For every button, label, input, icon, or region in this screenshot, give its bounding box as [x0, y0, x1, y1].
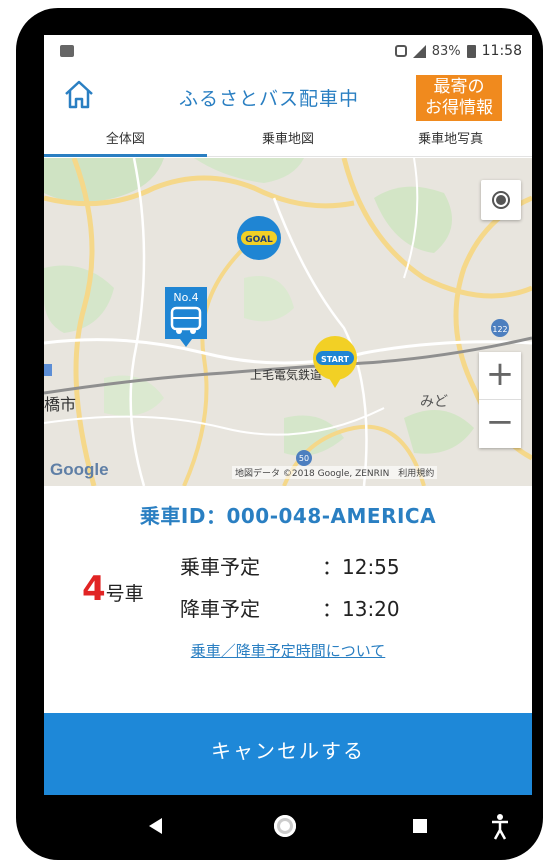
- back-icon[interactable]: [149, 818, 162, 834]
- map-view[interactable]: 122 50 上毛電気鉄道 橋市 みど GOAL No.4 START + − …: [44, 158, 532, 486]
- nearby-deals-button[interactable]: 最寄の お得情報: [416, 75, 502, 121]
- boarding-time: ：12:55: [322, 555, 400, 579]
- clock: 11:58: [481, 43, 522, 59]
- route-50-label: 50: [299, 454, 309, 463]
- goal-label: GOAL: [245, 235, 273, 245]
- bus-number-suffix: 号車: [105, 583, 144, 605]
- cancel-button[interactable]: キャンセルする: [44, 713, 532, 795]
- assigned-bus: 4号車: [82, 569, 144, 609]
- bus-number: 4: [82, 569, 106, 609]
- status-bar: 83% 11:58: [44, 35, 532, 69]
- zoom-in-button[interactable]: +: [479, 352, 521, 400]
- zoom-controls: + −: [479, 352, 521, 448]
- boarding-label: 乗車予定: [180, 555, 260, 579]
- map-credit-text: 地図データ ©2018 Google, ZENRIN: [235, 469, 390, 479]
- alighting-schedule-row: 降車予定 ：13:20: [180, 593, 400, 622]
- signal-icon: [412, 44, 426, 58]
- ride-id: 乗車ID：000-048-AMERICA: [139, 504, 437, 528]
- vibrate-icon: [394, 45, 407, 57]
- route-122-label: 122: [492, 325, 507, 334]
- bus-marker[interactable]: No.4: [161, 285, 211, 349]
- tab-boarding-photo[interactable]: 乗車地写真: [369, 127, 532, 156]
- my-location-button[interactable]: [481, 180, 521, 220]
- promo-line1: 最寄の: [433, 77, 485, 97]
- bus-number-label: No.4: [173, 291, 198, 304]
- app-screen: 83% 11:58 ふるさとバス配車中 最寄の お得情報 全体図 乗車地図 乗車…: [44, 35, 532, 808]
- map-terms-link[interactable]: 利用規約: [398, 469, 434, 479]
- city-label: 橋市: [44, 395, 76, 414]
- alighting-label: 降車予定: [180, 597, 260, 621]
- start-label: START: [321, 355, 350, 364]
- goal-marker[interactable]: GOAL: [235, 214, 283, 262]
- recent-apps-icon[interactable]: [413, 819, 427, 833]
- navbar-top-edge: [44, 795, 532, 808]
- tab-overview[interactable]: 全体図: [44, 127, 207, 157]
- home-circle-icon[interactable]: [274, 815, 296, 837]
- home-icon[interactable]: [62, 77, 96, 111]
- alighting-time: ：13:20: [322, 597, 400, 621]
- image-icon: [60, 45, 74, 57]
- start-marker[interactable]: START: [311, 334, 359, 390]
- google-logo: Google: [50, 460, 109, 479]
- schedule-info-link[interactable]: 乗車／降車予定時間について: [44, 640, 532, 661]
- tab-boarding-map[interactable]: 乗車地図: [207, 127, 370, 156]
- accessibility-icon[interactable]: [490, 814, 510, 840]
- boarding-schedule-row: 乗車予定 ：12:55: [180, 551, 400, 580]
- battery-percent: 83%: [431, 43, 461, 59]
- page-title: ふるさとバス配車中: [179, 88, 360, 110]
- system-nav-bar: [16, 808, 543, 858]
- map-credit: 地図データ ©2018 Google, ZENRIN 利用規約: [232, 466, 438, 479]
- battery-icon: [466, 44, 476, 58]
- area-label: みど: [420, 394, 448, 410]
- promo-line2: お得情報: [425, 98, 493, 118]
- zoom-out-button[interactable]: −: [479, 400, 521, 448]
- app-header: ふるさとバス配車中 最寄の お得情報: [44, 69, 532, 121]
- tab-bar: 全体図 乗車地図 乗車地写真: [44, 127, 532, 157]
